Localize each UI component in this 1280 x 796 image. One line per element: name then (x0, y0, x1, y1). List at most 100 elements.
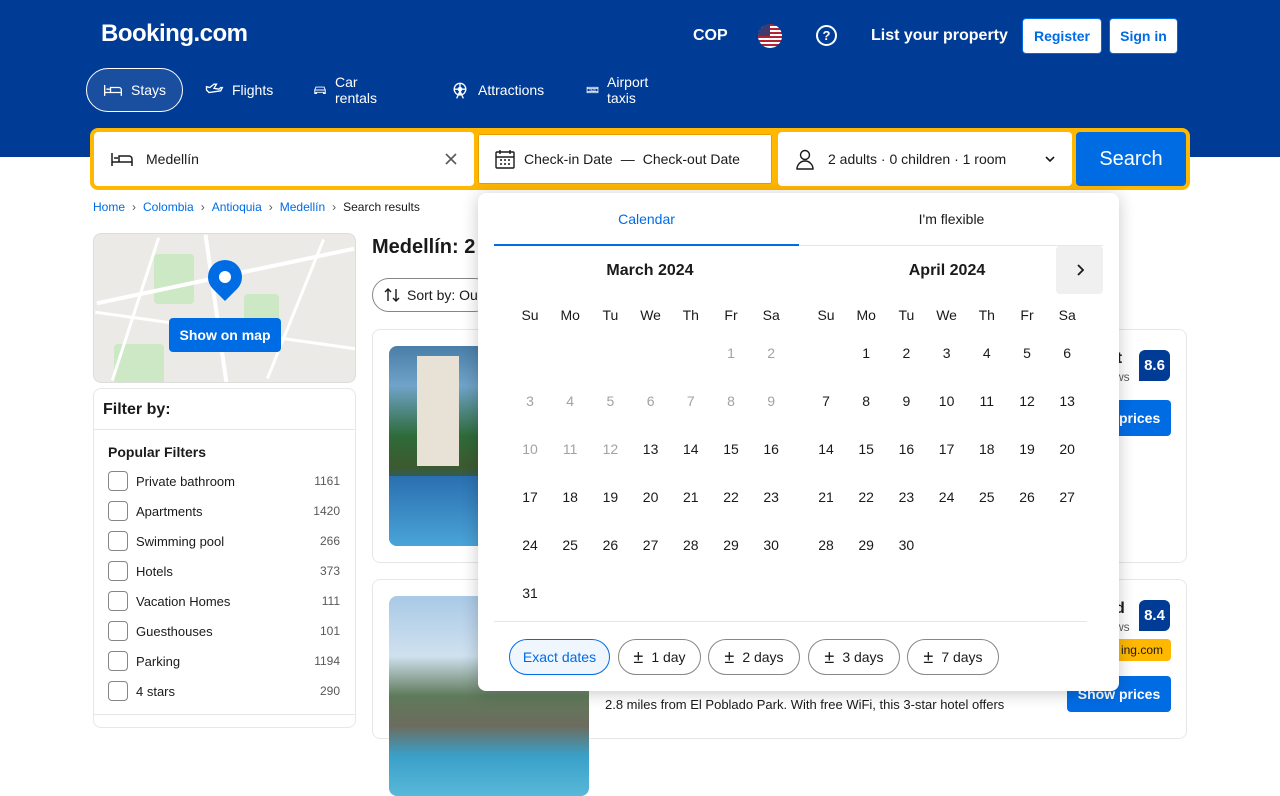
flex-option-2-days[interactable]: ±2 days (708, 639, 800, 675)
calendar-day[interactable]: 7 (806, 393, 846, 409)
checkbox[interactable] (108, 651, 128, 671)
help-icon[interactable]: ? (816, 25, 837, 46)
calendar-day[interactable]: 24 (927, 489, 967, 505)
calendar-day[interactable]: 27 (1047, 489, 1087, 505)
calendar-day[interactable]: 14 (806, 441, 846, 457)
flex-option-1-day[interactable]: ±1 day (618, 639, 701, 675)
sort-icon (384, 288, 400, 302)
breadcrumb-home[interactable]: Home (93, 200, 125, 214)
calendar-day[interactable]: 30 (886, 537, 926, 553)
checkbox[interactable] (108, 471, 128, 491)
sign-in-button[interactable]: Sign in (1109, 18, 1178, 54)
building-shape (417, 356, 459, 466)
booking-logo[interactable]: Booking.com (101, 20, 248, 48)
tab-flexible[interactable]: I'm flexible (799, 211, 1104, 227)
tab-flights[interactable]: Flights (188, 68, 289, 112)
destination-field[interactable]: Medellín (94, 132, 474, 186)
calendar-day[interactable]: 29 (846, 537, 886, 553)
calendar-day[interactable]: 28 (671, 537, 711, 553)
filter-item[interactable]: Swimming pool 266 (108, 530, 340, 552)
map-preview[interactable]: Show on map (93, 233, 356, 383)
calendar-day[interactable]: 17 (927, 441, 967, 457)
sort-dropdown[interactable]: Sort by: Ou (372, 278, 492, 312)
calendar-day[interactable]: 23 (886, 489, 926, 505)
calendar-day[interactable]: 13 (631, 441, 671, 457)
filter-item[interactable]: Parking 1194 (108, 650, 340, 672)
occupancy-field[interactable]: 2 adults · 0 children · 1 room (778, 132, 1072, 186)
checkbox[interactable] (108, 501, 128, 521)
calendar-day[interactable]: 20 (631, 489, 671, 505)
calendar-day[interactable]: 17 (510, 489, 550, 505)
calendar-day[interactable]: 28 (806, 537, 846, 553)
checkbox[interactable] (108, 531, 128, 551)
calendar-day[interactable]: 13 (1047, 393, 1087, 409)
filter-item[interactable]: Vacation Homes 111 (108, 590, 340, 612)
calendar-day[interactable]: 15 (846, 441, 886, 457)
close-icon[interactable] (444, 152, 458, 166)
calendar-day[interactable]: 18 (967, 441, 1007, 457)
filter-item[interactable]: Guesthouses 101 (108, 620, 340, 642)
checkbox[interactable] (108, 591, 128, 611)
flex-option-3-days[interactable]: ±3 days (808, 639, 900, 675)
calendar-day[interactable]: 24 (510, 537, 550, 553)
calendar-day[interactable]: 21 (806, 489, 846, 505)
calendar-day[interactable]: 10 (927, 393, 967, 409)
filter-item[interactable]: Private bathroom 1161 (108, 470, 340, 492)
calendar-day[interactable]: 27 (631, 537, 671, 553)
calendar-day[interactable]: 31 (510, 585, 550, 601)
calendar-day[interactable]: 22 (711, 489, 751, 505)
calendar-day[interactable]: 1 (846, 345, 886, 361)
tab-stays[interactable]: Stays (86, 68, 183, 112)
calendar-day[interactable]: 23 (751, 489, 791, 505)
checkbox[interactable] (108, 681, 128, 701)
filter-item[interactable]: 4 stars 290 (108, 680, 340, 702)
breadcrumb-medellin[interactable]: Medellín (280, 200, 325, 214)
calendar-day[interactable]: 8 (846, 393, 886, 409)
calendar-day[interactable]: 5 (1007, 345, 1047, 361)
flex-option-exact[interactable]: Exact dates (509, 639, 610, 675)
breadcrumb-antioquia[interactable]: Antioquia (212, 200, 262, 214)
calendar-day[interactable]: 18 (550, 489, 590, 505)
calendar-day[interactable]: 15 (711, 441, 751, 457)
calendar-day[interactable]: 30 (751, 537, 791, 553)
tab-attractions[interactable]: Attractions (434, 68, 560, 112)
calendar-day[interactable]: 22 (846, 489, 886, 505)
calendar-day[interactable]: 29 (711, 537, 751, 553)
calendar-day[interactable]: 16 (886, 441, 926, 457)
calendar-day[interactable]: 16 (751, 441, 791, 457)
calendar-day[interactable]: 9 (886, 393, 926, 409)
calendar-day[interactable]: 26 (590, 537, 630, 553)
checkbox[interactable] (108, 561, 128, 581)
calendar-day[interactable]: 2 (886, 345, 926, 361)
calendar-day[interactable]: 20 (1047, 441, 1087, 457)
calendar-day[interactable]: 6 (1047, 345, 1087, 361)
dates-field[interactable]: Check-in Date — Check-out Date (476, 132, 774, 186)
search-button[interactable]: Search (1076, 132, 1186, 186)
calendar-day[interactable]: 25 (550, 537, 590, 553)
show-on-map-button[interactable]: Show on map (169, 318, 281, 352)
tab-car-rentals[interactable]: Car rentals (297, 68, 399, 112)
calendar-day[interactable]: 11 (967, 393, 1007, 409)
calendar-day: 3 (526, 393, 534, 409)
calendar-day[interactable]: 4 (967, 345, 1007, 361)
tab-calendar[interactable]: Calendar (494, 211, 799, 227)
currency-selector[interactable]: COP (693, 27, 728, 45)
tab-airport-taxis[interactable]: TAXI Airport taxis (570, 68, 671, 112)
calendar-day[interactable]: 26 (1007, 489, 1047, 505)
register-button[interactable]: Register (1022, 18, 1102, 54)
filter-item[interactable]: Apartments 1420 (108, 500, 340, 522)
list-property-link[interactable]: List your property (871, 27, 1008, 45)
next-month-button[interactable] (1056, 246, 1103, 294)
calendar-day[interactable]: 19 (1007, 441, 1047, 457)
calendar-day[interactable]: 19 (590, 489, 630, 505)
calendar-day[interactable]: 21 (671, 489, 711, 505)
us-flag-icon[interactable] (758, 24, 782, 48)
calendar-day[interactable]: 14 (671, 441, 711, 457)
checkbox[interactable] (108, 621, 128, 641)
filter-item[interactable]: Hotels 373 (108, 560, 340, 582)
calendar-day[interactable]: 12 (1007, 393, 1047, 409)
breadcrumb-colombia[interactable]: Colombia (143, 200, 194, 214)
calendar-day[interactable]: 3 (927, 345, 967, 361)
calendar-day[interactable]: 25 (967, 489, 1007, 505)
flex-option-7-days[interactable]: ±7 days (907, 639, 999, 675)
